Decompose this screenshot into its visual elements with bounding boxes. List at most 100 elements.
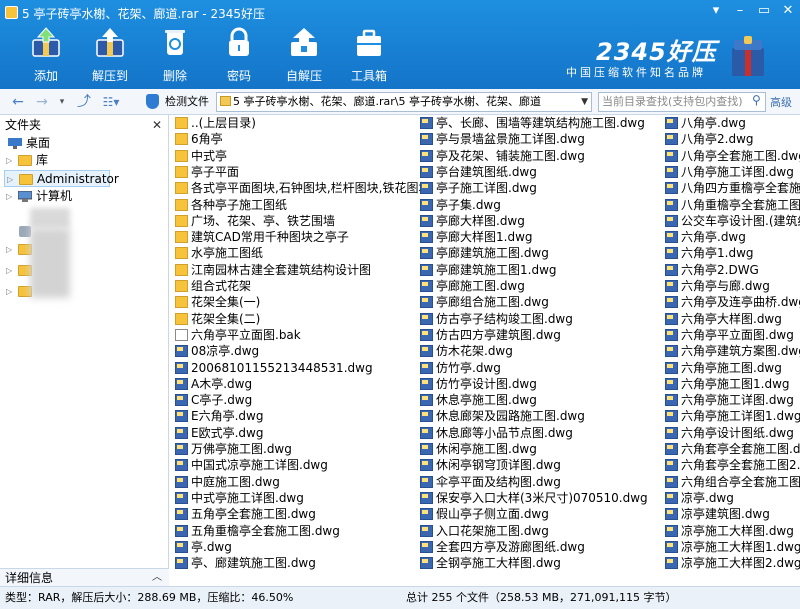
folder-list-item[interactable]: 水亭施工图纸 [173,245,413,261]
folder-list-item[interactable]: ..(上层目录) [173,115,413,131]
file-list-item[interactable]: 仿古亭子结构竣工图.dwg [418,311,658,327]
file-list-item[interactable]: 中式亭施工详图.dwg [173,490,413,506]
file-list-item[interactable]: 休息亭施工图.dwg [418,392,658,408]
delete-button[interactable]: 删除 [143,22,207,86]
file-list-item[interactable]: 六角亭及连亭曲桥.dwg [663,294,800,310]
file-list-item[interactable]: 凉亭施工大样图.dwg [663,523,800,539]
expand-icon[interactable]: ▷ [7,171,15,188]
folder-list-item[interactable]: 亭子平面 [173,164,413,180]
file-list-item[interactable]: 休闲亭钢穹顶详图.dwg [418,457,658,473]
file-list-item[interactable]: 亭台建筑图纸.dwg [418,164,658,180]
file-list-item[interactable]: 凉亭施工大样图2.dwg [663,555,800,571]
expand-icon[interactable]: ▷ [6,188,14,205]
restore-button[interactable]: ▭ [752,2,776,20]
file-list-item[interactable]: 六角亭施工图1.dwg [663,376,800,392]
file-list-item[interactable]: 八角四方重檐亭全套施工图 [663,180,800,196]
file-list-item[interactable]: 五角亭全套施工图.dwg [173,506,413,522]
file-list-item[interactable]: 亭、长廊、围墙等建筑结构施工图.dwg [418,115,658,131]
file-list-item[interactable]: 六角亭平立面图.bak [173,327,413,343]
folder-list-item[interactable]: 各式亭平面图块,石钟图块,栏杆图块,铁花图块 [173,180,430,196]
file-list-item[interactable]: 20068101155213448531.dwg [173,360,413,376]
file-list-item[interactable]: 仿竹亭.dwg [418,360,658,376]
file-list-item[interactable]: 六角亭2.DWG [663,262,800,278]
file-list-item[interactable]: E欧式亭.dwg [173,425,413,441]
file-list-item[interactable]: 亭廊施工图.dwg [418,278,658,294]
expand-icon[interactable]: ▷ [6,283,14,300]
file-list-item[interactable]: 亭廊建筑施工图.dwg [418,245,658,261]
folder-list-item[interactable]: 广场、花架、亭、铁艺围墙 [173,213,413,229]
folder-list-item[interactable]: 各种亭子施工图纸 [173,197,413,213]
file-list-item[interactable]: 六角亭1.dwg [663,245,800,261]
file-list-item[interactable]: 亭子施工详图.dwg [418,180,658,196]
add-button[interactable]: 添加 [14,22,78,86]
file-list-item[interactable]: 亭廊建筑施工图1.dwg [418,262,658,278]
file-list-item[interactable]: 仿古四方亭建筑图.dwg [418,327,658,343]
file-list-item[interactable]: 凉亭施工大样图1.dwg [663,539,800,555]
file-list-item[interactable]: 休息廊等小品节点图.dwg [418,425,658,441]
file-list-item[interactable]: 仿木花架.dwg [418,343,658,359]
details-panel-header[interactable]: 详细信息 ︿ [0,568,169,586]
file-list-item[interactable]: 亭子集.dwg [418,197,658,213]
file-list-item[interactable]: 亭廊大样图.dwg [418,213,658,229]
back-button[interactable]: ← [8,92,28,112]
expand-icon[interactable]: ▷ [6,152,14,169]
file-list-item[interactable]: A木亭.dwg [173,376,413,392]
skin-icon[interactable]: ▾ [704,2,728,20]
folder-list-item[interactable]: 6角亭 [173,131,413,147]
file-list-item[interactable]: 六角亭施工详图.dwg [663,392,800,408]
file-list-item[interactable]: 六角亭施工图.dwg [663,360,800,376]
file-list-item[interactable]: 休息廊架及园路施工图.dwg [418,408,658,424]
file-list-item[interactable]: 亭及花架、铺装施工图.dwg [418,148,658,164]
folder-list-item[interactable]: 江南园林古建全套建筑结构设计图 [173,262,413,278]
folder-list-item[interactable]: 组合式花架 [173,278,413,294]
file-list-item[interactable]: 仿竹亭设计图.dwg [418,376,658,392]
file-list-item[interactable]: 八角亭.dwg [663,115,800,131]
file-list-item[interactable]: 休闲亭施工图.dwg [418,441,658,457]
file-list-item[interactable]: 中庭施工图.dwg [173,474,413,490]
file-list-item[interactable]: 六角亭平立面图.dwg [663,327,800,343]
search-input[interactable]: 当前目录查找(支持包内查找) [598,92,766,112]
folder-list-item[interactable]: 中式亭 [173,148,413,164]
file-list-item[interactable]: 亭与景墙盆景施工详图.dwg [418,131,658,147]
search-icon[interactable]: ⚲ [752,93,766,107]
file-list-item[interactable]: 八角亭施工详图.dwg [663,164,800,180]
file-list-item[interactable]: 全套四方亭及游廊图纸.dwg [418,539,658,555]
file-list-item[interactable]: 六角亭建筑方案图.dwg [663,343,800,359]
file-list-item[interactable]: 08凉亭.dwg [173,343,413,359]
file-list-item[interactable]: 八角重檐亭全套施工图.dwg [663,197,800,213]
file-list-item[interactable]: 五角重檐亭全套施工图.dwg [173,523,413,539]
file-list-item[interactable]: 六角亭施工详图1.dwg [663,408,800,424]
file-list-item[interactable]: 公交车亭设计图.(建筑结构 [663,213,800,229]
file-list-item[interactable]: 六角套亭全套施工图.dwg [663,441,800,457]
password-button[interactable]: 密码 [207,22,271,86]
file-list-item[interactable]: 中国式凉亭施工详图.dwg [173,457,413,473]
file-list-item[interactable]: E六角亭.dwg [173,408,413,424]
history-dropdown-icon[interactable]: ▾ [56,92,68,112]
file-list-item[interactable]: 凉亭建筑图.dwg [663,506,800,522]
address-path[interactable]: 5 亭子砖亭水榭、花架、廊道.rar\5 亭子砖亭水榭、花架、廊道 ▼ [216,92,592,112]
file-list-item[interactable]: 伞亭平面及结构图.dwg [418,474,658,490]
file-list-item[interactable]: 六角亭设计图纸.dwg [663,425,800,441]
expand-icon[interactable]: ▷ [6,241,14,258]
file-list-item[interactable]: C亭子.dwg [173,392,413,408]
extract-to-button[interactable]: 解压到 [78,22,142,86]
file-list-item[interactable]: 六角亭与廊.dwg [663,278,800,294]
file-list-item[interactable]: 万佛亭施工图.dwg [173,441,413,457]
chevron-up-icon[interactable]: ︿ [152,569,162,587]
up-folder-icon[interactable]: ⤴ [72,92,96,112]
file-list-item[interactable]: 保安亭入口大样(3米尺寸)070510.dwg [418,490,658,506]
toolbox-button[interactable]: 工具箱 [337,22,401,86]
forward-button[interactable]: → [32,92,52,112]
expand-icon[interactable]: ▷ [6,262,14,279]
file-list-item[interactable]: 六角亭大样图.dwg [663,311,800,327]
file-list-item[interactable]: 六角组合亭全套施工图 .dv [663,474,800,490]
folder-list-item[interactable]: 花架全集(一) [173,294,413,310]
folder-list-item[interactable]: 花架全集(二) [173,311,413,327]
file-list-item[interactable]: 亭廊组合施工图.dwg [418,294,658,310]
scan-file-button[interactable]: 检测文件 [146,93,214,111]
folder-list-item[interactable]: 建筑CAD常用千种图块之亭子 [173,229,413,245]
file-list-item[interactable]: 八角亭2.dwg [663,131,800,147]
advanced-search-link[interactable]: 高级 [770,94,792,110]
file-list-item[interactable]: 六角亭.dwg [663,229,800,245]
file-list-item[interactable]: 亭廊大样图1.dwg [418,229,658,245]
